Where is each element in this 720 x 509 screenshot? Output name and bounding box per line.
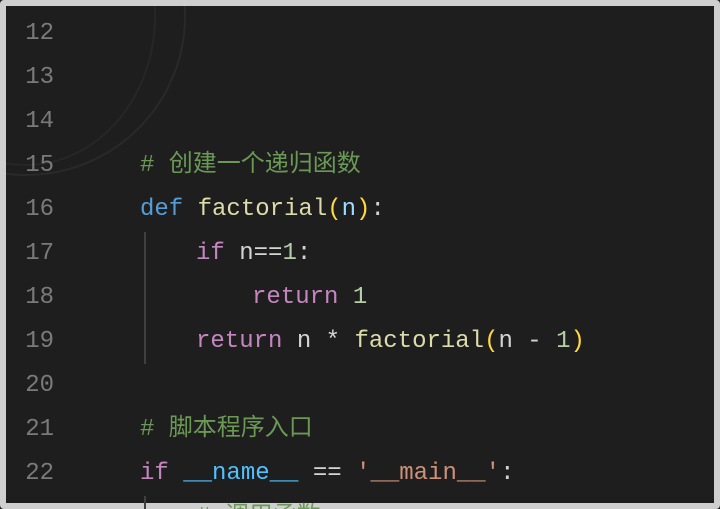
code-token: : [370,196,384,223]
code-token: ) [356,196,370,223]
line-number: 14 [6,100,66,144]
code-token: return [252,284,353,311]
code-line[interactable]: if __name__ == '__main__': [84,452,714,496]
line-number: 16 [6,188,66,232]
code-token: __name__ [183,460,298,487]
code-token: 1 [353,284,367,311]
code-line[interactable]: # 创建一个递归函数 [84,144,714,188]
code-line[interactable]: return 1 [84,276,714,320]
line-number: 17 [6,232,66,276]
line-number: 18 [6,276,66,320]
code-token: : [500,460,514,487]
code-editor[interactable]: 1213141516171819202122 # 创建一个递归函数 def fac… [0,0,720,509]
indent-guide [144,496,146,509]
line-number: 19 [6,320,66,364]
line-number: 15 [6,144,66,188]
line-number: 20 [6,364,66,408]
code-token: def [140,196,198,223]
code-line[interactable]: # 调用函数 [84,496,714,509]
code-token: * [326,328,355,355]
code-token: == [298,460,356,487]
code-token: ( [484,328,498,355]
code-token: n [297,328,326,355]
line-number: 13 [6,56,66,100]
code-token: '__main__' [356,460,500,487]
code-line[interactable]: if n==1: [84,232,714,276]
code-token: 1 [282,240,296,267]
indent-guide [144,232,146,276]
code-token: # 创建一个递归函数 [140,152,361,179]
line-number: 22 [6,452,66,496]
code-token: if [140,460,183,487]
code-token: n [239,240,253,267]
code-token: return [196,328,297,355]
line-number-gutter: 1213141516171819202122 [6,6,66,503]
code-token: 1 [556,328,570,355]
line-number: 21 [6,408,66,452]
code-token: n [342,196,356,223]
code-area[interactable]: # 创建一个递归函数def factorial(n):if n==1:retur… [66,6,714,503]
code-token: == [254,240,283,267]
code-token: factorial [198,196,328,223]
code-token: - [527,328,556,355]
line-number: 12 [6,12,66,56]
code-token: : [297,240,311,267]
indent-guide [144,320,146,364]
code-line[interactable]: # 脚本程序入口 [84,408,714,452]
code-line[interactable] [84,364,714,408]
code-token: # 调用函数 [196,504,321,509]
code-line[interactable]: return n * factorial(n - 1) [84,320,714,364]
code-token: # 脚本程序入口 [140,416,313,443]
code-token: factorial [354,328,484,355]
code-token: n [498,328,527,355]
code-token: if [196,240,239,267]
code-token: ( [327,196,341,223]
code-token: ) [571,328,585,355]
code-line[interactable]: def factorial(n): [84,188,714,232]
indent-guide [144,276,146,320]
